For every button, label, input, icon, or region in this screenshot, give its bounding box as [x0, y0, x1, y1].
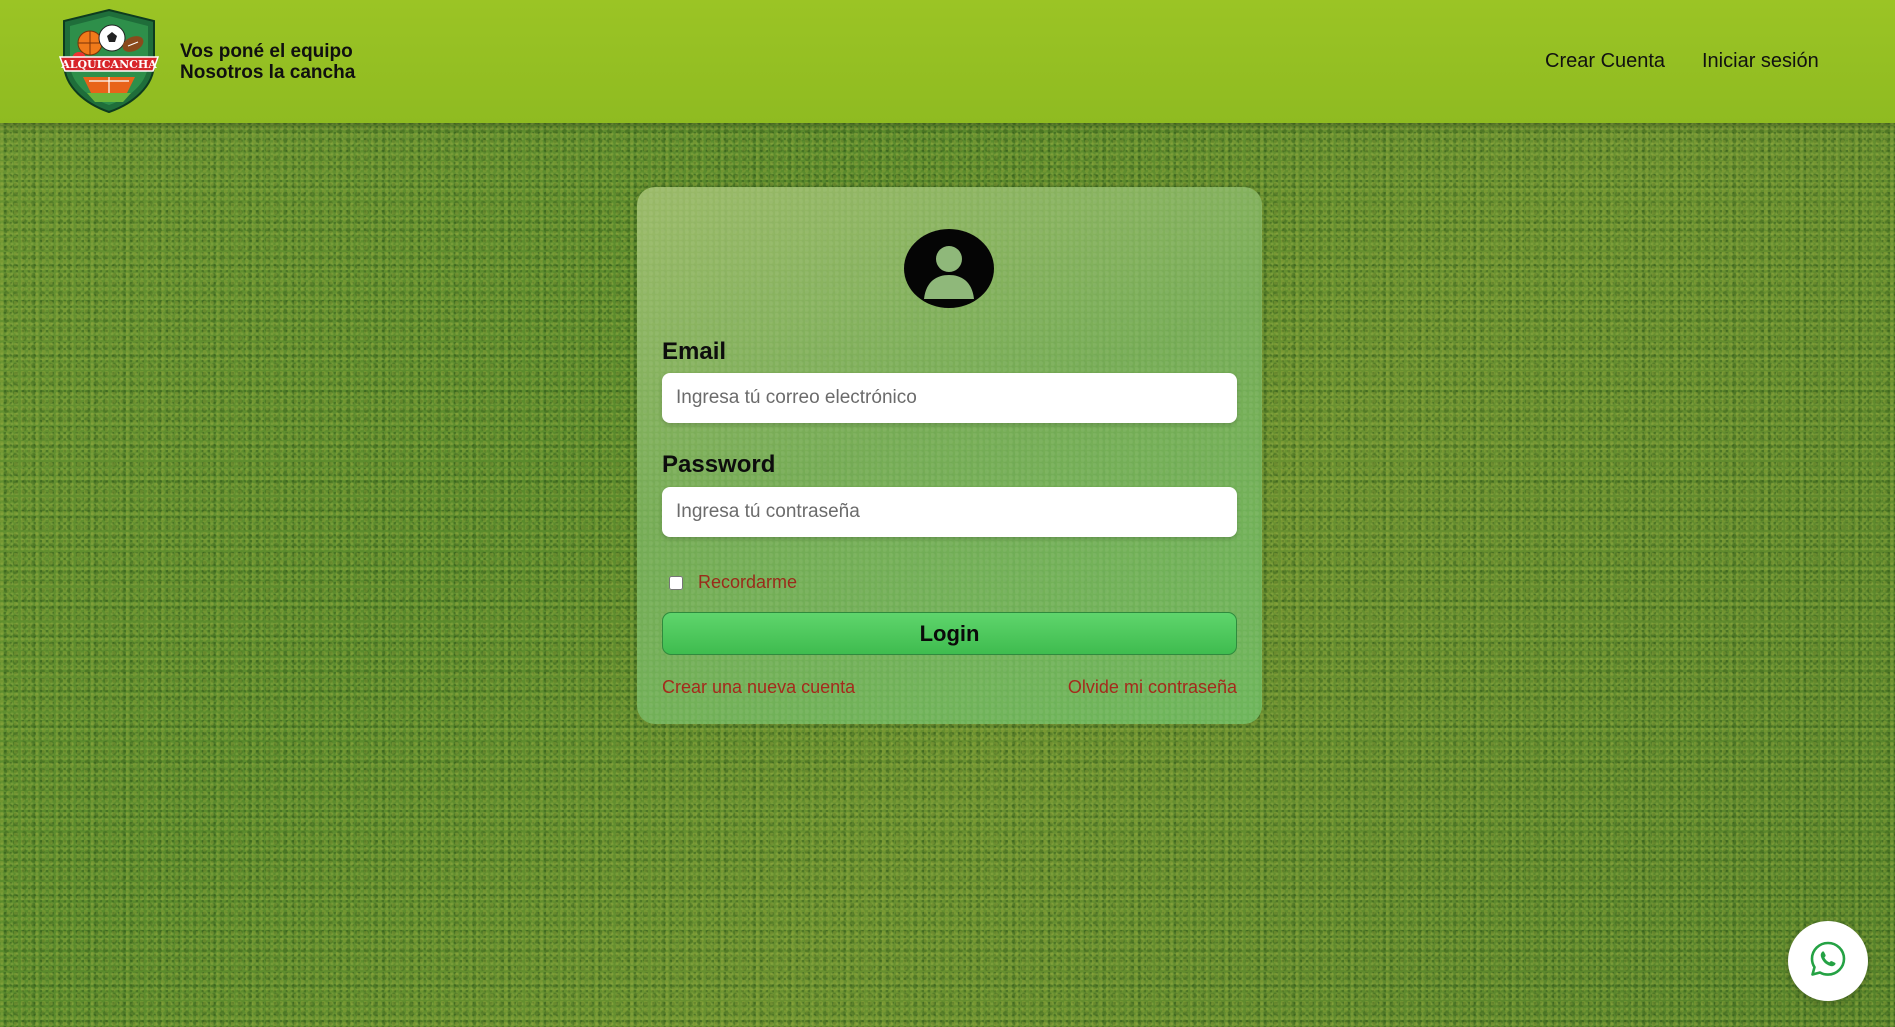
forgot-password-link[interactable]: Olvide mi contraseña	[1068, 677, 1237, 698]
email-input[interactable]	[662, 373, 1237, 423]
remember-checkbox[interactable]	[669, 575, 683, 590]
nav-create-account-link[interactable]: Crear Cuenta	[1545, 50, 1665, 73]
login-card: Email Password Recordarme Login Crear un…	[637, 187, 1262, 724]
nav-login-link[interactable]: Iniciar sesión	[1702, 50, 1819, 73]
remember-label: Recordarme	[698, 572, 798, 592]
whatsapp-button[interactable]	[1788, 921, 1868, 1001]
alquicancha-logo[interactable]: ALQUICANCHA	[57, 7, 161, 115]
create-account-link[interactable]: Crear una nueva cuenta	[662, 677, 855, 698]
tagline-line-1: Vos poné el equipo	[180, 41, 353, 62]
password-label: Password	[662, 451, 776, 478]
tagline: Vos poné el equipo Nosotros la cancha	[180, 41, 355, 83]
svg-text:ALQUICANCHA: ALQUICANCHA	[60, 58, 157, 71]
email-label: Email	[662, 338, 727, 365]
login-button[interactable]: Login	[662, 612, 1237, 655]
password-input[interactable]	[662, 487, 1237, 537]
user-avatar-icon	[904, 229, 994, 308]
tagline-line-2: Nosotros la cancha	[180, 62, 356, 83]
remember-me[interactable]: Recordarme	[669, 572, 797, 593]
top-header: ALQUICANCHA Vos poné el equipo Nosotros …	[0, 0, 1895, 123]
whatsapp-icon	[1809, 940, 1847, 983]
